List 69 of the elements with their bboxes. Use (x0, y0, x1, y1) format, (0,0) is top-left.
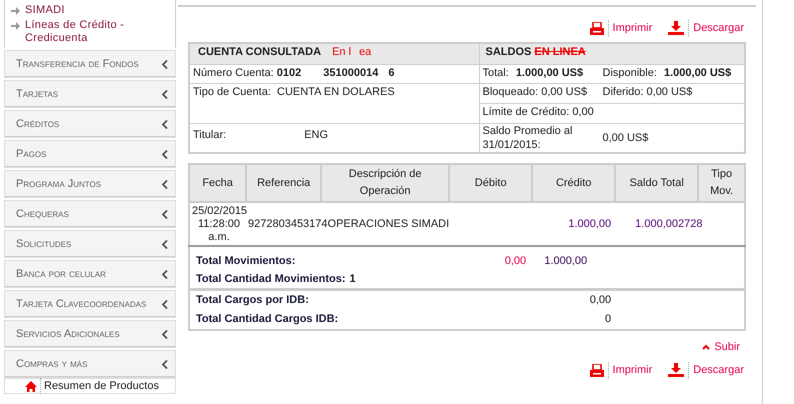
deferred-balance: Diferido: 0,00 US$ (602, 85, 692, 100)
caret-icon (162, 240, 168, 248)
caret-icon (162, 270, 168, 278)
table-cell: 9272803453174 (248, 218, 328, 230)
column-header: Referencia (246, 164, 322, 202)
menu-item[interactable]: Servicios Adicionales (4, 320, 176, 348)
download-icon (668, 21, 684, 36)
column-header: Débito (449, 164, 532, 202)
total-label: Total Cantidad Cargos IDB: (196, 312, 338, 325)
available-balance: Disponible: 1.000,00 US$ (602, 66, 732, 81)
printer-icon (590, 364, 604, 377)
menu-item[interactable]: Compras y más (4, 350, 176, 378)
column-header: Descripción de Operación (321, 164, 450, 202)
total-label: Total Cargos por IDB: (196, 294, 309, 306)
menu-item[interactable]: Tarjetas (4, 80, 176, 108)
debit-total: 0,00 (504, 254, 526, 269)
printer-icon (590, 22, 604, 35)
caret-icon (162, 60, 168, 68)
total-label: Total Cantidad Movimientos: (196, 272, 346, 286)
menu-item[interactable]: Programa Juntos (4, 170, 176, 198)
table-cell: OPERACIONES SIMADI (328, 218, 450, 230)
account-type: Tipo de Cuenta: CUENTA EN DOLARES (193, 86, 395, 98)
menu-item[interactable]: Transferencia de Fondos (4, 50, 176, 78)
caret-icon (162, 210, 168, 218)
menu-item[interactable]: Banca por celular (4, 260, 176, 288)
chevron-up-icon (702, 344, 710, 350)
total-value: 0 (605, 312, 612, 325)
blocked-balance: Bloqueado: 0,00 US$ (482, 85, 588, 100)
column-header: Saldo Total (615, 164, 698, 202)
table-cell: 1.000,002728 (635, 218, 702, 230)
caret-icon (162, 360, 168, 368)
column-header: Crédito (532, 164, 616, 202)
sidebar-link[interactable]: SIMADI (25, 4, 65, 17)
account-title: CUENTA CONSULTADA (198, 46, 322, 58)
account-number: Número Cuenta: 0102 351000014 6 (193, 67, 394, 79)
balances-title: SALDOS EN LINEA (486, 46, 586, 58)
credit-limit: Límite de Crédito: 0,00 (482, 106, 594, 118)
caret-icon (162, 120, 168, 128)
download-icon (668, 363, 684, 378)
print-link[interactable]: Imprimir (590, 362, 652, 378)
menu-item[interactable]: Solicitudes (4, 230, 176, 258)
average-balance-label: Saldo Promedio al 31/01/2015: (482, 124, 574, 152)
download-link[interactable]: Descargar (668, 20, 744, 36)
caret-icon (162, 180, 168, 188)
status-text: En l ea (332, 46, 372, 58)
download-link[interactable]: Descargar (668, 362, 744, 378)
print-link[interactable]: Imprimir (590, 20, 652, 36)
caret-icon (162, 330, 168, 338)
back-to-top-link[interactable]: Subir (702, 338, 740, 355)
total-balance: Total: 1.000,00 US$ (482, 66, 584, 81)
total-value: 1 (350, 272, 356, 286)
home-icon (25, 380, 37, 392)
table-cell: 1.000,00 (568, 218, 612, 230)
menu-item[interactable]: Chequeras (4, 200, 176, 228)
column-header: Fecha (189, 164, 246, 202)
average-balance: 0,00 US$ (602, 130, 648, 146)
menu-item[interactable]: Tarjeta Clavecoordenadas (4, 290, 176, 318)
menu-item[interactable]: Créditos (4, 110, 176, 138)
total-value: 0,00 (590, 294, 612, 306)
sidebar-link[interactable]: Líneas de Crédito - Credicuenta (25, 19, 175, 45)
caret-icon (162, 90, 168, 98)
credit-total: 1.000,00 (544, 255, 588, 267)
caret-icon (162, 300, 168, 308)
table-cell-text: 25/02/2015 11:28:00 a.m. (191, 204, 246, 244)
caret-icon (162, 150, 168, 158)
menu-item[interactable]: Pagos (4, 140, 176, 168)
column-header: Tipo Mov. (698, 164, 745, 202)
account-holder: Titular: ENG (193, 129, 328, 141)
total-label: Total Movimientos: (196, 254, 296, 269)
